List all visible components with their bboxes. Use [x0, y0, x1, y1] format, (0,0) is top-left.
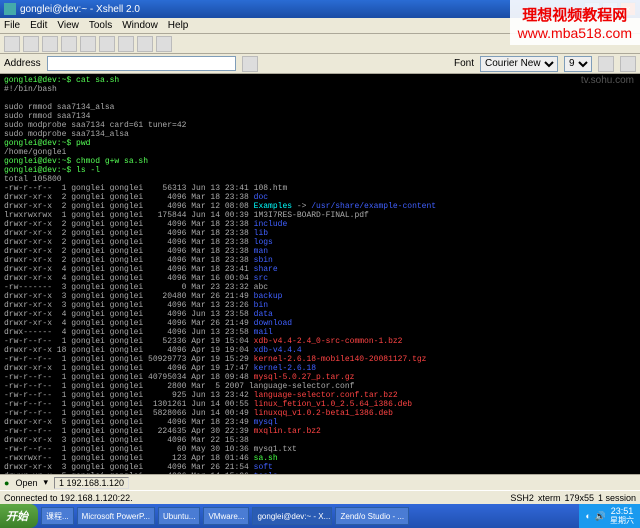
status-sessions: 1 session — [598, 493, 636, 503]
menu-tools[interactable]: Tools — [89, 20, 112, 31]
tray-icon[interactable]: 🔊 — [595, 511, 606, 522]
tb-copy-icon[interactable] — [61, 36, 77, 52]
watermark-title: 理想视频教程网 — [518, 4, 632, 25]
fontsize-select[interactable]: 9 — [564, 56, 592, 72]
task-1[interactable]: 课程... — [41, 507, 74, 525]
clock-date: 星期六 — [610, 516, 634, 525]
session-tab[interactable]: 1 192.168.1.120 — [54, 477, 129, 489]
terminal[interactable]: tv.sohu.comgonglei@dev:~$ cat sa.sh #!/b… — [0, 74, 640, 474]
task-3[interactable]: Ubuntu... — [158, 507, 200, 525]
font-select[interactable]: Courier New — [480, 56, 558, 72]
tray-icon[interactable]: ◐ — [585, 511, 590, 521]
watermark-url: www.mba518.com — [518, 25, 632, 41]
font-btn2-icon[interactable] — [620, 56, 636, 72]
font-btn1-icon[interactable] — [598, 56, 614, 72]
start-button[interactable]: 开始 — [0, 504, 38, 528]
tb-new-icon[interactable] — [4, 36, 20, 52]
tb-reconnect-icon[interactable] — [118, 36, 134, 52]
tb-save-icon[interactable] — [42, 36, 58, 52]
menu-window[interactable]: Window — [122, 20, 158, 31]
menu-view[interactable]: View — [57, 20, 79, 31]
tb-paste-icon[interactable] — [80, 36, 96, 52]
status-size: 179x55 — [564, 493, 594, 503]
system-tray[interactable]: ◐ 🔊 23:51 星期六 — [579, 504, 640, 528]
address-input[interactable] — [47, 56, 237, 71]
menu-help[interactable]: Help — [168, 20, 189, 31]
tab-bar: ● Open ▾ 1 192.168.1.120 — [0, 474, 640, 490]
windows-taskbar: 开始 课程... Microsoft PowerP... Ubuntu... V… — [0, 504, 640, 528]
task-5[interactable]: gonglei@dev:~ - X... — [252, 507, 332, 525]
tb-props-icon[interactable] — [156, 36, 172, 52]
video-watermark: tv.sohu.com — [581, 76, 634, 85]
tb-find-icon[interactable] — [99, 36, 115, 52]
menu-edit[interactable]: Edit — [30, 20, 47, 31]
task-2[interactable]: Microsoft PowerP... — [77, 507, 155, 525]
status-ssh: SSH2 — [510, 493, 534, 503]
status-term: xterm — [538, 493, 561, 503]
task-4[interactable]: VMware... — [203, 507, 249, 525]
app-icon — [4, 3, 16, 15]
window-title: gonglei@dev:~ - Xshell 2.0 — [20, 4, 584, 15]
status-bar: Connected to 192.168.1.120:22. SSH2 xter… — [0, 490, 640, 504]
address-label: Address — [4, 58, 41, 69]
tb-disconnect-icon[interactable] — [137, 36, 153, 52]
task-6[interactable]: Zend/o Studio - ... — [335, 507, 409, 525]
watermark: 理想视频教程网 www.mba518.com — [510, 0, 640, 45]
menu-file[interactable]: File — [4, 20, 20, 31]
font-label: Font — [454, 58, 474, 69]
go-button[interactable] — [242, 56, 258, 72]
tb-open-icon[interactable] — [23, 36, 39, 52]
connection-status: Connected to 192.168.1.120:22. — [4, 493, 133, 503]
open-button[interactable]: Open — [15, 478, 37, 488]
address-bar: Address Font Courier New 9 — [0, 54, 640, 74]
